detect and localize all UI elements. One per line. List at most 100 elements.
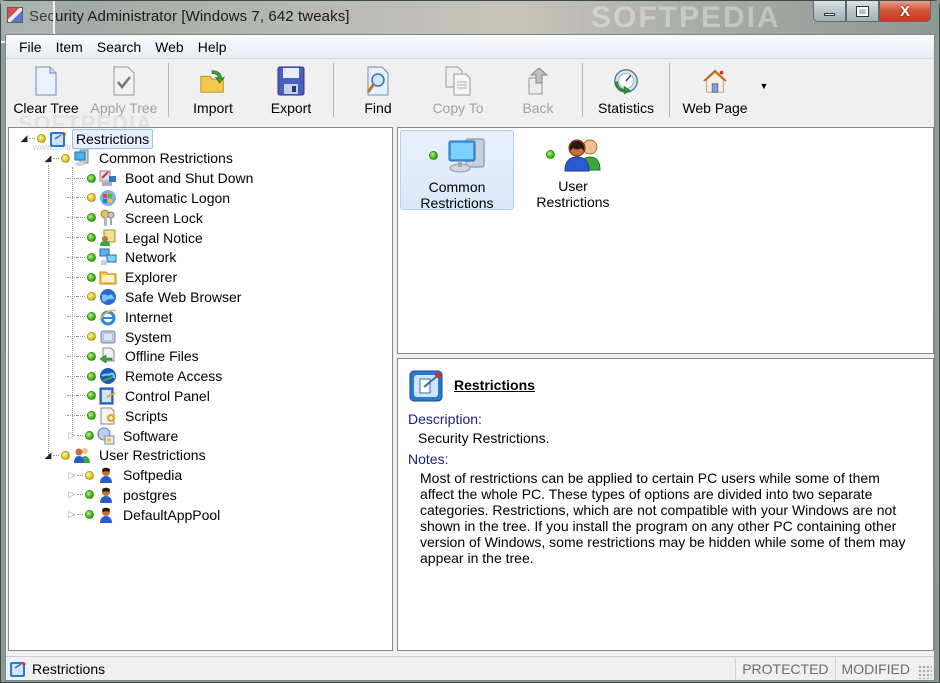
tree-node-label: User Restrictions	[99, 447, 206, 464]
back-button[interactable]: Back	[498, 59, 578, 125]
floppy-disk-icon	[277, 65, 305, 97]
tree-node-label: Internet	[125, 308, 173, 325]
tree-node-label: Network	[125, 249, 177, 266]
toolbar-separator	[168, 63, 169, 117]
expand-arrow-icon[interactable]: ▷	[67, 470, 77, 481]
expand-arrow-icon[interactable]: ▷	[67, 489, 77, 500]
tree-node-item[interactable]: Explorer	[67, 268, 180, 287]
tree-node-user[interactable]: ▷ Softpedia	[67, 466, 185, 485]
status-dot	[87, 292, 96, 302]
notes-text: Most of restrictions can be applied to c…	[420, 470, 906, 566]
tree-connector	[77, 435, 83, 436]
tree-node-item[interactable]: Legal Notice	[67, 228, 206, 247]
legal-notice-icon	[99, 229, 117, 247]
minimize-button[interactable]	[813, 1, 846, 22]
computer-icon	[73, 149, 91, 167]
export-button[interactable]: Export	[253, 59, 329, 125]
tree-node-user-restrictions[interactable]: ◢ User Restrictions	[43, 446, 209, 465]
restrictions-icon	[10, 661, 26, 677]
restrictions-tree[interactable]: www.softpedia.com ◢Restrictions◢Common R…	[8, 127, 393, 651]
copy-documents-icon	[444, 65, 472, 97]
tree-node-label: Automatic Logon	[125, 189, 231, 206]
tree-connector	[53, 157, 59, 159]
close-button[interactable]: X	[879, 1, 931, 22]
remote-access-icon	[99, 367, 117, 385]
category-user-restrictions[interactable]: User Restrictions	[516, 130, 630, 210]
toolbar-separator	[582, 63, 583, 117]
tree-node-item[interactable]: Scripts	[67, 406, 171, 425]
tree-node-item[interactable]: Screen Lock	[67, 208, 206, 227]
client-area: File Item Search Web Help Clear Tree App…	[5, 34, 935, 681]
tree-connector	[77, 237, 85, 238]
menu-web[interactable]: Web	[148, 39, 191, 55]
tree-node-item[interactable]: Offline Files	[67, 347, 202, 366]
collapse-arrow-icon[interactable]: ◢	[19, 133, 29, 144]
folder-icon	[99, 268, 117, 286]
computer-icon	[448, 138, 484, 173]
collapse-arrow-icon[interactable]: ◢	[43, 153, 53, 164]
category-view[interactable]: Common Restrictions User Restrictions	[397, 127, 934, 354]
description-text: Security Restrictions.	[418, 430, 550, 446]
status-dot	[85, 490, 94, 500]
tree-node-user[interactable]: ▷ postgres	[67, 485, 180, 504]
menu-item[interactable]: Item	[49, 39, 90, 55]
tree-node-item[interactable]: Internet	[67, 307, 175, 326]
home-icon	[701, 65, 729, 97]
tree-node-item[interactable]: Automatic Logon	[67, 188, 233, 207]
status-dot	[87, 351, 96, 361]
tree-node-label: Safe Web Browser	[125, 288, 242, 305]
tree-node-item[interactable]: Control Panel	[67, 386, 213, 405]
resize-grip[interactable]	[918, 664, 932, 679]
magnifier-document-icon	[364, 65, 392, 97]
status-dot	[87, 371, 96, 381]
web-page-dropdown[interactable]: ▼	[756, 59, 772, 125]
title-bar[interactable]: Security Administrator [Windows 7, 642 t…	[1, 1, 939, 35]
status-dot	[37, 134, 46, 143]
menu-file[interactable]: File	[12, 39, 49, 55]
tree-node-item[interactable]: System	[67, 327, 175, 346]
status-dot	[87, 272, 96, 282]
folder-import-icon	[199, 65, 227, 97]
window-title: Security Administrator [Windows 7, 642 t…	[29, 8, 350, 25]
tree-node-label: Scripts	[125, 407, 168, 424]
watermark: SOFTPEDIA	[591, 1, 781, 34]
chevron-down-icon: ▼	[759, 81, 769, 91]
tree-node-item[interactable]: Safe Web Browser	[67, 287, 244, 306]
tree-node-item[interactable]: Network	[67, 248, 179, 267]
boot-lock-icon	[99, 169, 117, 187]
status-current-item: Restrictions	[32, 660, 106, 677]
tree-node-item[interactable]: Boot and Shut Down	[67, 169, 256, 188]
tree-node-label: Screen Lock	[125, 209, 203, 226]
maximize-button[interactable]	[846, 1, 879, 22]
import-button[interactable]: Import	[173, 59, 253, 125]
user-icon	[97, 466, 115, 484]
tree-node-item[interactable]: ▷ Software	[67, 426, 181, 445]
copy-to-button[interactable]: Copy To	[418, 59, 498, 125]
find-button[interactable]: Find	[338, 59, 418, 125]
tree-node-restrictions[interactable]: ◢ Restrictions	[19, 128, 154, 149]
status-dot	[85, 470, 94, 480]
statistics-button[interactable]: Statistics	[587, 59, 665, 125]
status-protected: PROTECTED	[735, 657, 834, 680]
tree-node-common-restrictions[interactable]: ◢ Common Restrictions	[43, 149, 236, 168]
tree-node-user[interactable]: ▷ DefaultAppPool	[67, 505, 223, 524]
apply-tree-button[interactable]: Apply Tree	[84, 59, 164, 125]
tree-connector	[77, 256, 85, 258]
category-common-restrictions[interactable]: Common Restrictions	[400, 130, 514, 211]
users-icon	[563, 139, 601, 172]
offline-files-icon	[99, 347, 117, 365]
web-page-button[interactable]: Web Page	[674, 59, 756, 125]
status-dot	[85, 510, 94, 520]
expand-arrow-icon[interactable]: ▷	[67, 509, 77, 520]
clear-tree-button[interactable]: Clear Tree	[8, 59, 84, 125]
maximize-icon	[856, 5, 869, 17]
tree-connector	[77, 494, 83, 496]
globe-icon	[99, 288, 117, 306]
keys-icon	[99, 209, 117, 227]
scripts-icon	[99, 407, 117, 425]
tree-connector	[77, 415, 85, 417]
menu-search[interactable]: Search	[90, 39, 148, 55]
tree-node-item[interactable]: Remote Access	[67, 367, 225, 386]
status-dot	[61, 153, 70, 163]
menu-help[interactable]: Help	[191, 39, 234, 55]
